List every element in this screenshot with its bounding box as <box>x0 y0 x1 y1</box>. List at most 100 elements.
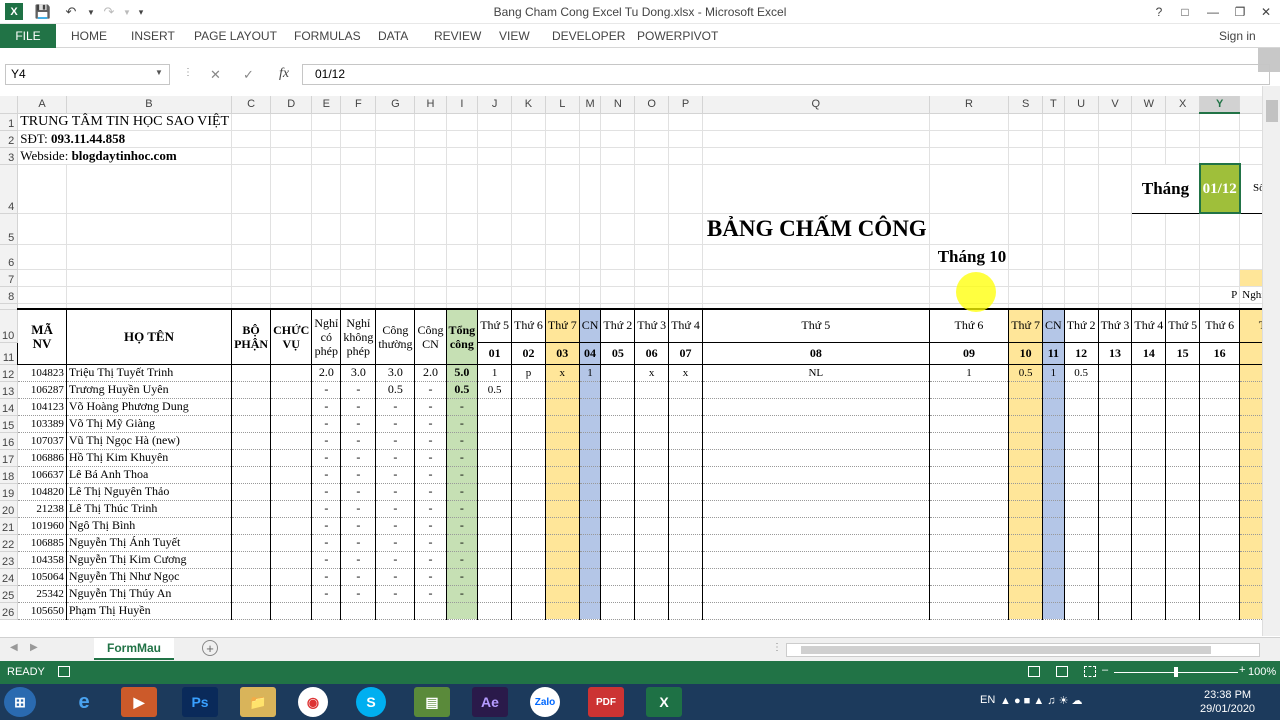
column-header[interactable]: A <box>17 96 67 114</box>
cell[interactable] <box>600 286 636 304</box>
attendance-cell[interactable] <box>600 415 636 433</box>
excel-taskbar-icon[interactable]: X <box>646 687 682 717</box>
employee-role[interactable] <box>270 398 313 416</box>
employee-sunday[interactable]: - <box>414 568 447 586</box>
attendance-cell[interactable] <box>1064 432 1099 450</box>
row-header[interactable]: 23 <box>0 551 19 569</box>
sheet-title[interactable]: BẢNG CHẤM CÔNG <box>702 213 930 245</box>
sunday-count-label[interactable]: Số ngày CHỦ NHẬT <box>1239 163 1262 214</box>
cell[interactable] <box>511 213 546 245</box>
row-header[interactable]: 5 <box>0 213 19 245</box>
column-header[interactable]: X <box>1165 96 1201 114</box>
attendance-cell[interactable] <box>511 483 546 501</box>
cell[interactable] <box>446 213 479 245</box>
save-icon[interactable]: 💾 <box>34 3 52 21</box>
cell[interactable] <box>634 130 670 148</box>
column-header[interactable]: M <box>579 96 602 114</box>
attendance-cell[interactable] <box>1199 483 1241 501</box>
cell[interactable] <box>600 164 636 214</box>
cell[interactable] <box>1165 130 1201 148</box>
cell[interactable] <box>231 130 272 148</box>
cell[interactable] <box>702 130 930 148</box>
cell[interactable] <box>511 244 546 270</box>
attendance-cell[interactable] <box>600 534 636 552</box>
cell[interactable] <box>311 130 342 148</box>
column-header[interactable]: B <box>66 96 233 114</box>
attendance-cell[interactable] <box>668 449 703 467</box>
cell[interactable] <box>66 213 233 245</box>
day-number-header[interactable]: 11 <box>1042 341 1065 365</box>
cell[interactable] <box>511 130 546 148</box>
cell[interactable] <box>511 286 546 304</box>
attendance-cell[interactable] <box>579 398 602 416</box>
cell[interactable] <box>17 269 67 287</box>
day-name-header[interactable]: Thứ 3 <box>634 308 670 343</box>
day-name-header[interactable]: Thứ 5 <box>477 308 513 343</box>
cell[interactable] <box>414 130 447 148</box>
cell[interactable] <box>1098 269 1133 287</box>
employee-total[interactable]: - <box>445 551 479 569</box>
attendance-cell[interactable] <box>1008 585 1044 603</box>
insert-function-icon[interactable]: fx <box>279 66 289 82</box>
attendance-cell[interactable] <box>1199 364 1241 382</box>
column-header[interactable]: R <box>929 96 1010 114</box>
employee-sunday[interactable] <box>414 602 447 620</box>
attendance-cell[interactable] <box>545 449 580 467</box>
cell[interactable] <box>231 244 272 270</box>
cell[interactable] <box>1199 244 1241 270</box>
cell[interactable] <box>311 286 342 304</box>
attendance-cell[interactable] <box>579 551 602 569</box>
employee-total[interactable]: - <box>445 432 479 450</box>
employee-leave-unpaid[interactable]: - <box>340 483 377 501</box>
minimize-icon[interactable]: — <box>1200 2 1226 22</box>
column-header[interactable]: N <box>600 96 636 114</box>
cell[interactable] <box>231 213 272 245</box>
pdf-icon[interactable]: PDF <box>588 687 624 717</box>
attendance-cell[interactable] <box>1131 534 1167 552</box>
attendance-cell[interactable] <box>477 432 513 450</box>
employee-leave-paid[interactable]: - <box>311 500 342 518</box>
attendance-cell[interactable] <box>1165 466 1201 484</box>
employee-normal[interactable]: - <box>375 551 416 569</box>
row-header[interactable]: 4 <box>0 164 19 214</box>
attendance-cell[interactable] <box>1098 364 1133 382</box>
employee-leave-paid[interactable]: - <box>311 551 342 569</box>
month-value-cell[interactable]: 01/12 <box>1198 163 1241 214</box>
cell[interactable] <box>414 164 447 214</box>
employee-sunday[interactable]: - <box>414 398 447 416</box>
file-explorer-icon[interactable]: 📁 <box>240 687 276 717</box>
attendance-cell[interactable] <box>1008 551 1044 569</box>
attendance-cell[interactable] <box>634 466 670 484</box>
header-role[interactable]: CHỨC VỤ <box>270 308 313 365</box>
cell[interactable] <box>1008 113 1044 131</box>
attendance-cell[interactable] <box>600 551 636 569</box>
cell[interactable] <box>545 147 580 165</box>
attendance-cell[interactable] <box>477 449 513 467</box>
cell[interactable] <box>1199 269 1241 287</box>
employee-dept[interactable] <box>231 602 272 620</box>
attendance-cell[interactable] <box>511 568 546 586</box>
header-leave-paid[interactable]: Nghỉ có phép <box>311 308 342 365</box>
cell[interactable] <box>668 113 703 131</box>
cell[interactable] <box>1239 130 1262 148</box>
employee-normal[interactable] <box>375 602 416 620</box>
attendance-cell[interactable] <box>634 585 670 603</box>
day-name-header[interactable]: Thứ 7 <box>1008 308 1044 343</box>
attendance-cell[interactable] <box>668 568 703 586</box>
employee-sunday[interactable]: - <box>414 551 447 569</box>
attendance-cell[interactable] <box>1165 398 1201 416</box>
attendance-cell[interactable] <box>600 585 636 603</box>
employee-role[interactable] <box>270 432 313 450</box>
column-header[interactable]: S <box>1008 96 1044 114</box>
attendance-cell[interactable] <box>702 432 930 450</box>
attendance-cell[interactable] <box>477 568 513 586</box>
select-all-corner[interactable] <box>0 96 19 114</box>
tab-developer[interactable]: DEVELOPER <box>552 29 625 43</box>
attendance-cell[interactable] <box>477 398 513 416</box>
employee-sunday[interactable]: - <box>414 449 447 467</box>
horizontal-scrollbar[interactable] <box>786 643 1260 657</box>
employee-role[interactable] <box>270 585 313 603</box>
row-header[interactable]: 13 <box>0 381 19 399</box>
sheet-tab-formmau[interactable]: FormMau <box>94 638 174 660</box>
cell[interactable] <box>579 269 602 287</box>
